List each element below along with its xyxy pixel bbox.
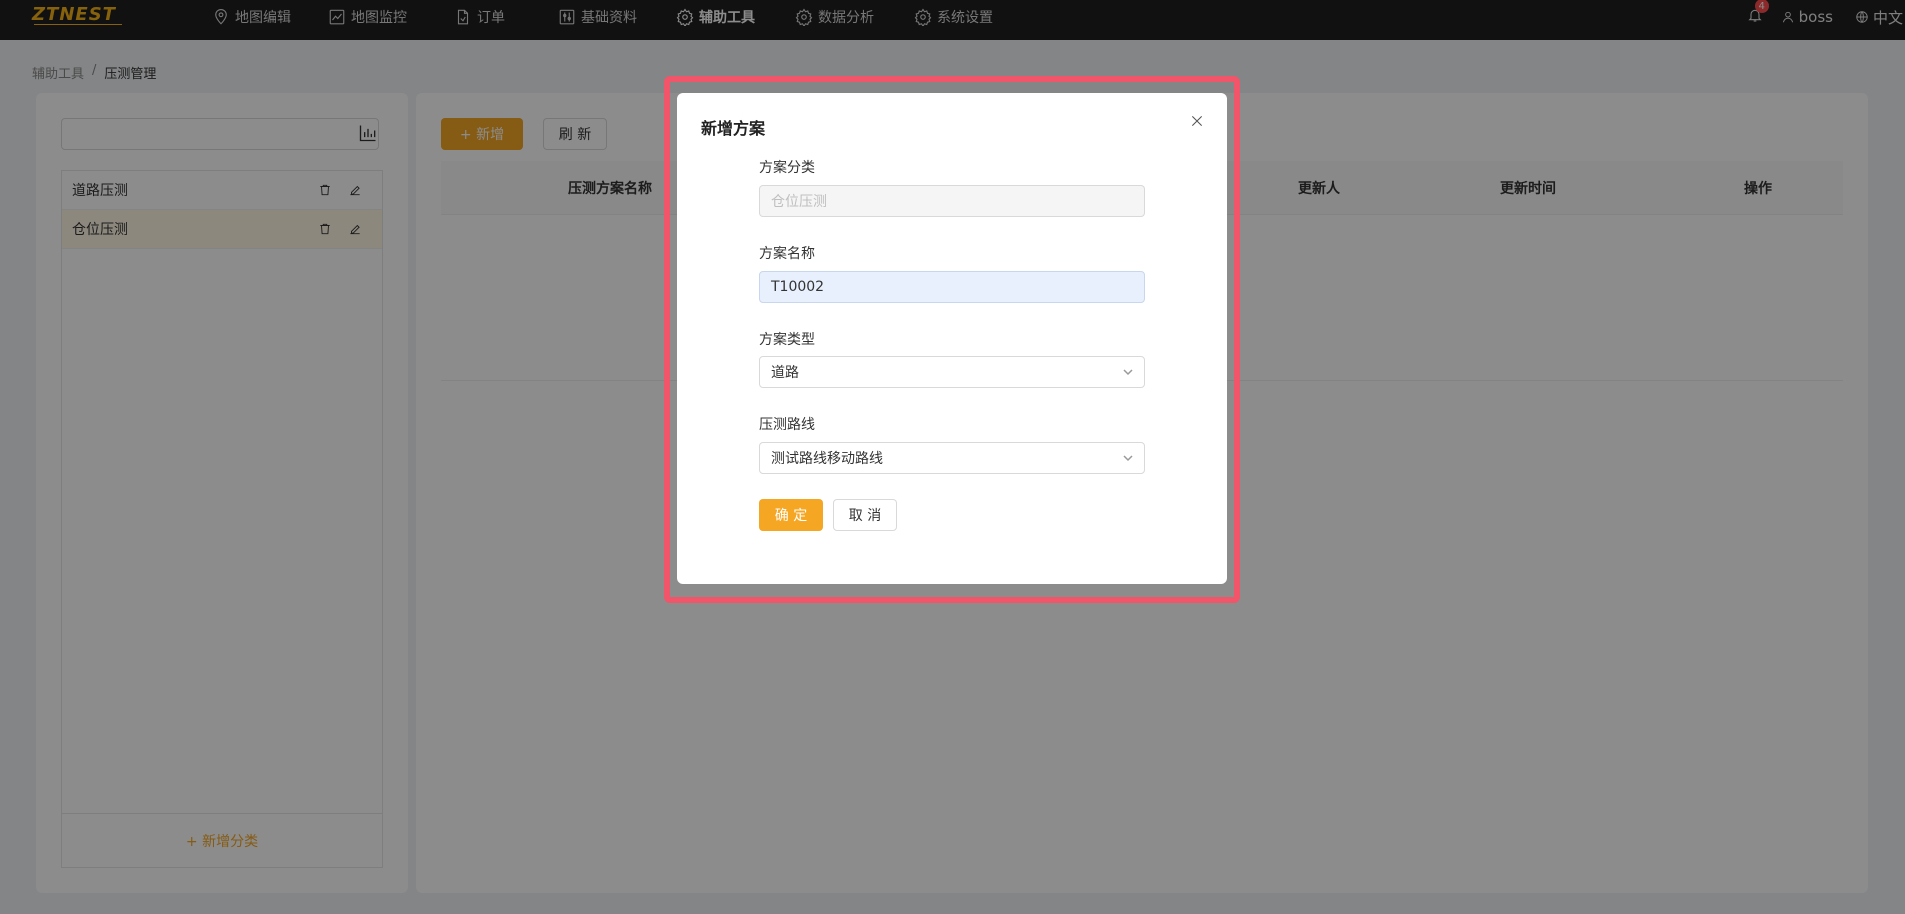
chevron-down-icon xyxy=(1122,366,1134,378)
scheme-type-value: 道路 xyxy=(771,365,799,381)
scheme-name-input[interactable]: T10002 xyxy=(759,271,1145,303)
scheme-name-value: T10002 xyxy=(771,279,825,295)
name-label: 方案名称 xyxy=(759,246,815,262)
route-select[interactable]: 测试路线移动路线 xyxy=(759,442,1145,474)
confirm-button[interactable]: 确 定 xyxy=(759,499,823,531)
dialog-title: 新增方案 xyxy=(701,119,766,138)
category-value: 仓位压测 xyxy=(771,194,827,210)
scheme-type-select[interactable]: 道路 xyxy=(759,356,1145,388)
type-label: 方案类型 xyxy=(759,332,815,348)
route-label: 压测路线 xyxy=(759,417,815,433)
close-button[interactable] xyxy=(1189,113,1207,131)
route-value: 测试路线移动路线 xyxy=(771,451,883,467)
category-field: 仓位压测 xyxy=(759,185,1145,217)
category-label: 方案分类 xyxy=(759,160,815,176)
cancel-button[interactable]: 取 消 xyxy=(833,499,897,531)
close-icon xyxy=(1191,115,1203,127)
add-scheme-dialog: 新增方案 方案分类 仓位压测 方案名称 T10002 方案类型 道路 压测路线 … xyxy=(677,93,1227,584)
chevron-down-icon xyxy=(1122,452,1134,464)
